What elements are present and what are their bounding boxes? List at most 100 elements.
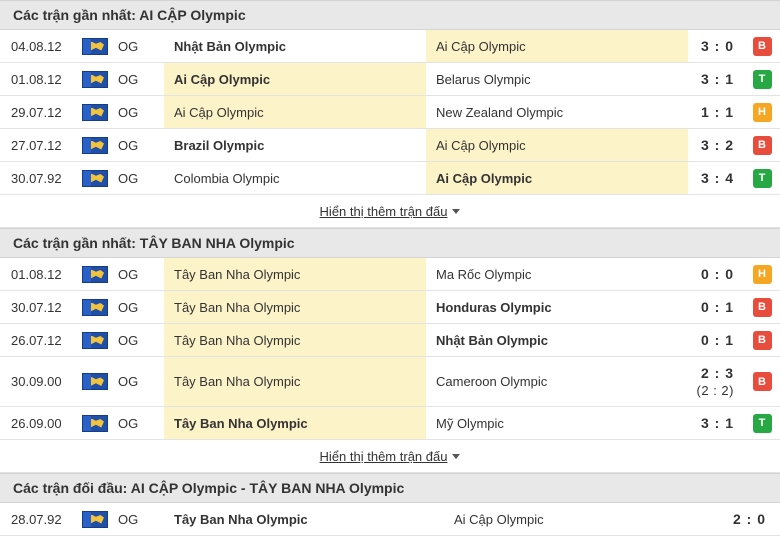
league-name: OG [118,170,139,186]
home-team[interactable]: Brazil Olympic [164,129,426,161]
league-flag-icon [82,162,110,194]
match-score: 3 : 1 [700,415,734,431]
league-name: OG [118,137,139,153]
away-team[interactable]: Belarus Olympic [426,63,688,95]
away-team[interactable]: Mỹ Olympic [426,407,688,439]
match-date: 27.07.12 [11,137,62,153]
home-team[interactable]: Tây Ban Nha Olympic [164,291,426,323]
section-title: Các trận đối đầu: AI CẬP Olympic - TÂY B… [0,473,780,503]
section-title: Các trận gần nhất: AI CẬP Olympic [0,0,780,30]
match-date: 30.09.00 [11,374,62,389]
result-badge: B [752,129,772,161]
league-flag-icon [82,129,110,161]
result-badge: T [752,162,772,194]
away-team[interactable]: Ai Cập Olympic [426,162,688,194]
league-name: OG [118,332,139,348]
section-spain-recent: Các trận gần nhất: TÂY BAN NHA Olympic 0… [0,228,780,473]
away-team[interactable]: Ma Rốc Olympic [426,258,688,290]
league-name: OG [118,38,139,54]
result-badge: B [752,30,772,62]
away-team[interactable]: New Zealand Olympic [426,96,688,128]
match-date: 29.07.12 [11,104,62,120]
result-badge: T [752,407,772,439]
match-row[interactable]: 29.07.12 OG Ai Cập Olympic New Zealand O… [0,96,780,129]
result-badge: B [752,324,772,356]
league-flag-icon [82,96,110,128]
home-team[interactable]: Tây Ban Nha Olympic [164,503,426,535]
match-score: 0 : 1 [700,332,734,348]
away-team[interactable]: Nhật Bản Olympic [426,324,688,356]
show-more-label: Hiển thị thêm trận đấu [319,203,448,219]
league-flag-icon [82,357,110,406]
away-team[interactable]: Ai Cập Olympic [444,503,706,535]
match-score: 2 : 3 (2 : 2) [696,365,734,398]
home-team[interactable]: Tây Ban Nha Olympic [164,258,426,290]
league-name: OG [118,299,139,315]
match-date: 01.08.12 [11,266,62,282]
match-date: 30.07.12 [11,299,62,315]
match-date: 26.07.12 [11,332,62,348]
league-flag-icon [82,291,110,323]
match-row[interactable]: 30.09.00 OG Tây Ban Nha Olympic Cameroon… [0,357,780,407]
home-team[interactable]: Tây Ban Nha Olympic [164,357,426,406]
match-score: 3 : 4 [700,170,734,186]
match-row[interactable]: 26.09.00 OG Tây Ban Nha Olympic Mỹ Olymp… [0,407,780,440]
show-more-link[interactable]: Hiển thị thêm trận đấu [320,204,461,219]
league-flag-icon [82,407,110,439]
league-name: OG [118,511,139,527]
league-flag-icon [82,258,110,290]
home-team[interactable]: Tây Ban Nha Olympic [164,324,426,356]
section-title: Các trận gần nhất: TÂY BAN NHA Olympic [0,228,780,258]
match-row[interactable]: 01.08.12 OG Tây Ban Nha Olympic Ma Rốc O… [0,258,780,291]
match-score: 3 : 0 [700,38,734,54]
match-date: 01.08.12 [11,71,62,87]
match-row[interactable]: 26.07.12 OG Tây Ban Nha Olympic Nhật Bản… [0,324,780,357]
penalty-score: (2 : 2) [696,383,734,398]
away-team[interactable]: Ai Cập Olympic [426,30,688,62]
home-team[interactable]: Colombia Olympic [164,162,426,194]
match-score: 0 : 1 [700,299,734,315]
match-row[interactable]: 30.07.12 OG Tây Ban Nha Olympic Honduras… [0,291,780,324]
result-badge: T [752,63,772,95]
match-score: 2 : 0 [732,511,766,527]
match-date: 30.07.92 [11,170,62,186]
match-row[interactable]: 30.07.92 OG Colombia Olympic Ai Cập Olym… [0,162,780,195]
section-egypt-recent: Các trận gần nhất: AI CẬP Olympic 04.08.… [0,0,780,228]
league-flag-icon [82,63,110,95]
match-score: 3 : 2 [700,137,734,153]
result-badge: H [752,96,772,128]
match-row[interactable]: 27.07.12 OG Brazil Olympic Ai Cập Olympi… [0,129,780,162]
match-date: 26.09.00 [11,415,62,431]
show-more-label: Hiển thị thêm trận đấu [319,448,448,464]
home-team[interactable]: Ai Cập Olympic [164,63,426,95]
result-badge: H [752,258,772,290]
league-name: OG [118,71,139,87]
away-team[interactable]: Ai Cập Olympic [426,129,688,161]
caret-down-icon [452,208,461,214]
section-head-to-head: Các trận đối đầu: AI CẬP Olympic - TÂY B… [0,473,780,536]
away-team[interactable]: Honduras Olympic [426,291,688,323]
match-row[interactable]: 01.08.12 OG Ai Cập Olympic Belarus Olymp… [0,63,780,96]
league-name: OG [118,415,139,431]
league-flag-icon [82,30,110,62]
match-score: 0 : 0 [700,266,734,282]
match-row[interactable]: 28.07.92 OG Tây Ban Nha Olympic Ai Cập O… [0,503,780,536]
result-badge: B [752,291,772,323]
league-name: OG [118,266,139,282]
show-more-row: Hiển thị thêm trận đấu [0,440,780,473]
show-more-link[interactable]: Hiển thị thêm trận đấu [320,449,461,464]
match-row[interactable]: 04.08.12 OG Nhật Bản Olympic Ai Cập Olym… [0,30,780,63]
home-team[interactable]: Ai Cập Olympic [164,96,426,128]
match-date: 04.08.12 [11,38,62,54]
match-score: 1 : 1 [700,104,734,120]
match-score: 3 : 1 [700,71,734,87]
league-flag-icon [82,503,110,535]
league-name: OG [118,104,139,120]
home-team[interactable]: Tây Ban Nha Olympic [164,407,426,439]
away-team[interactable]: Cameroon Olympic [426,357,688,406]
caret-down-icon [452,453,461,459]
league-flag-icon [82,324,110,356]
show-more-row: Hiển thị thêm trận đấu [0,195,780,228]
league-name: OG [118,374,139,389]
home-team[interactable]: Nhật Bản Olympic [164,30,426,62]
